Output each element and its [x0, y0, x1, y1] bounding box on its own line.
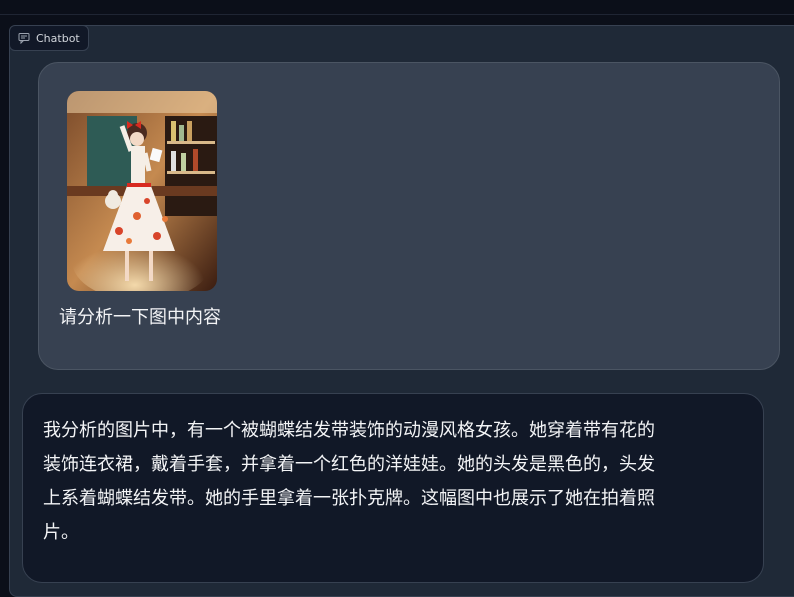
- user-message-text: 请分析一下图中内容: [59, 307, 221, 328]
- user-message: 请分析一下图中内容: [38, 62, 780, 370]
- bot-message: 我分析的图片中，有一个被蝴蝶结发带装饰的动漫风格女孩。她穿着带有花的 装饰连衣裙…: [22, 393, 764, 583]
- top-bar: [0, 0, 794, 15]
- chatbot-label-text: Chatbot: [36, 31, 80, 45]
- bot-message-text: 我分析的图片中，有一个被蝴蝶结发带装饰的动漫风格女孩。她穿着带有花的 装饰连衣裙…: [43, 420, 655, 543]
- chat-icon: [18, 32, 30, 44]
- chatbot-label: Chatbot: [9, 25, 89, 51]
- anime-girl-photo[interactable]: [67, 91, 217, 291]
